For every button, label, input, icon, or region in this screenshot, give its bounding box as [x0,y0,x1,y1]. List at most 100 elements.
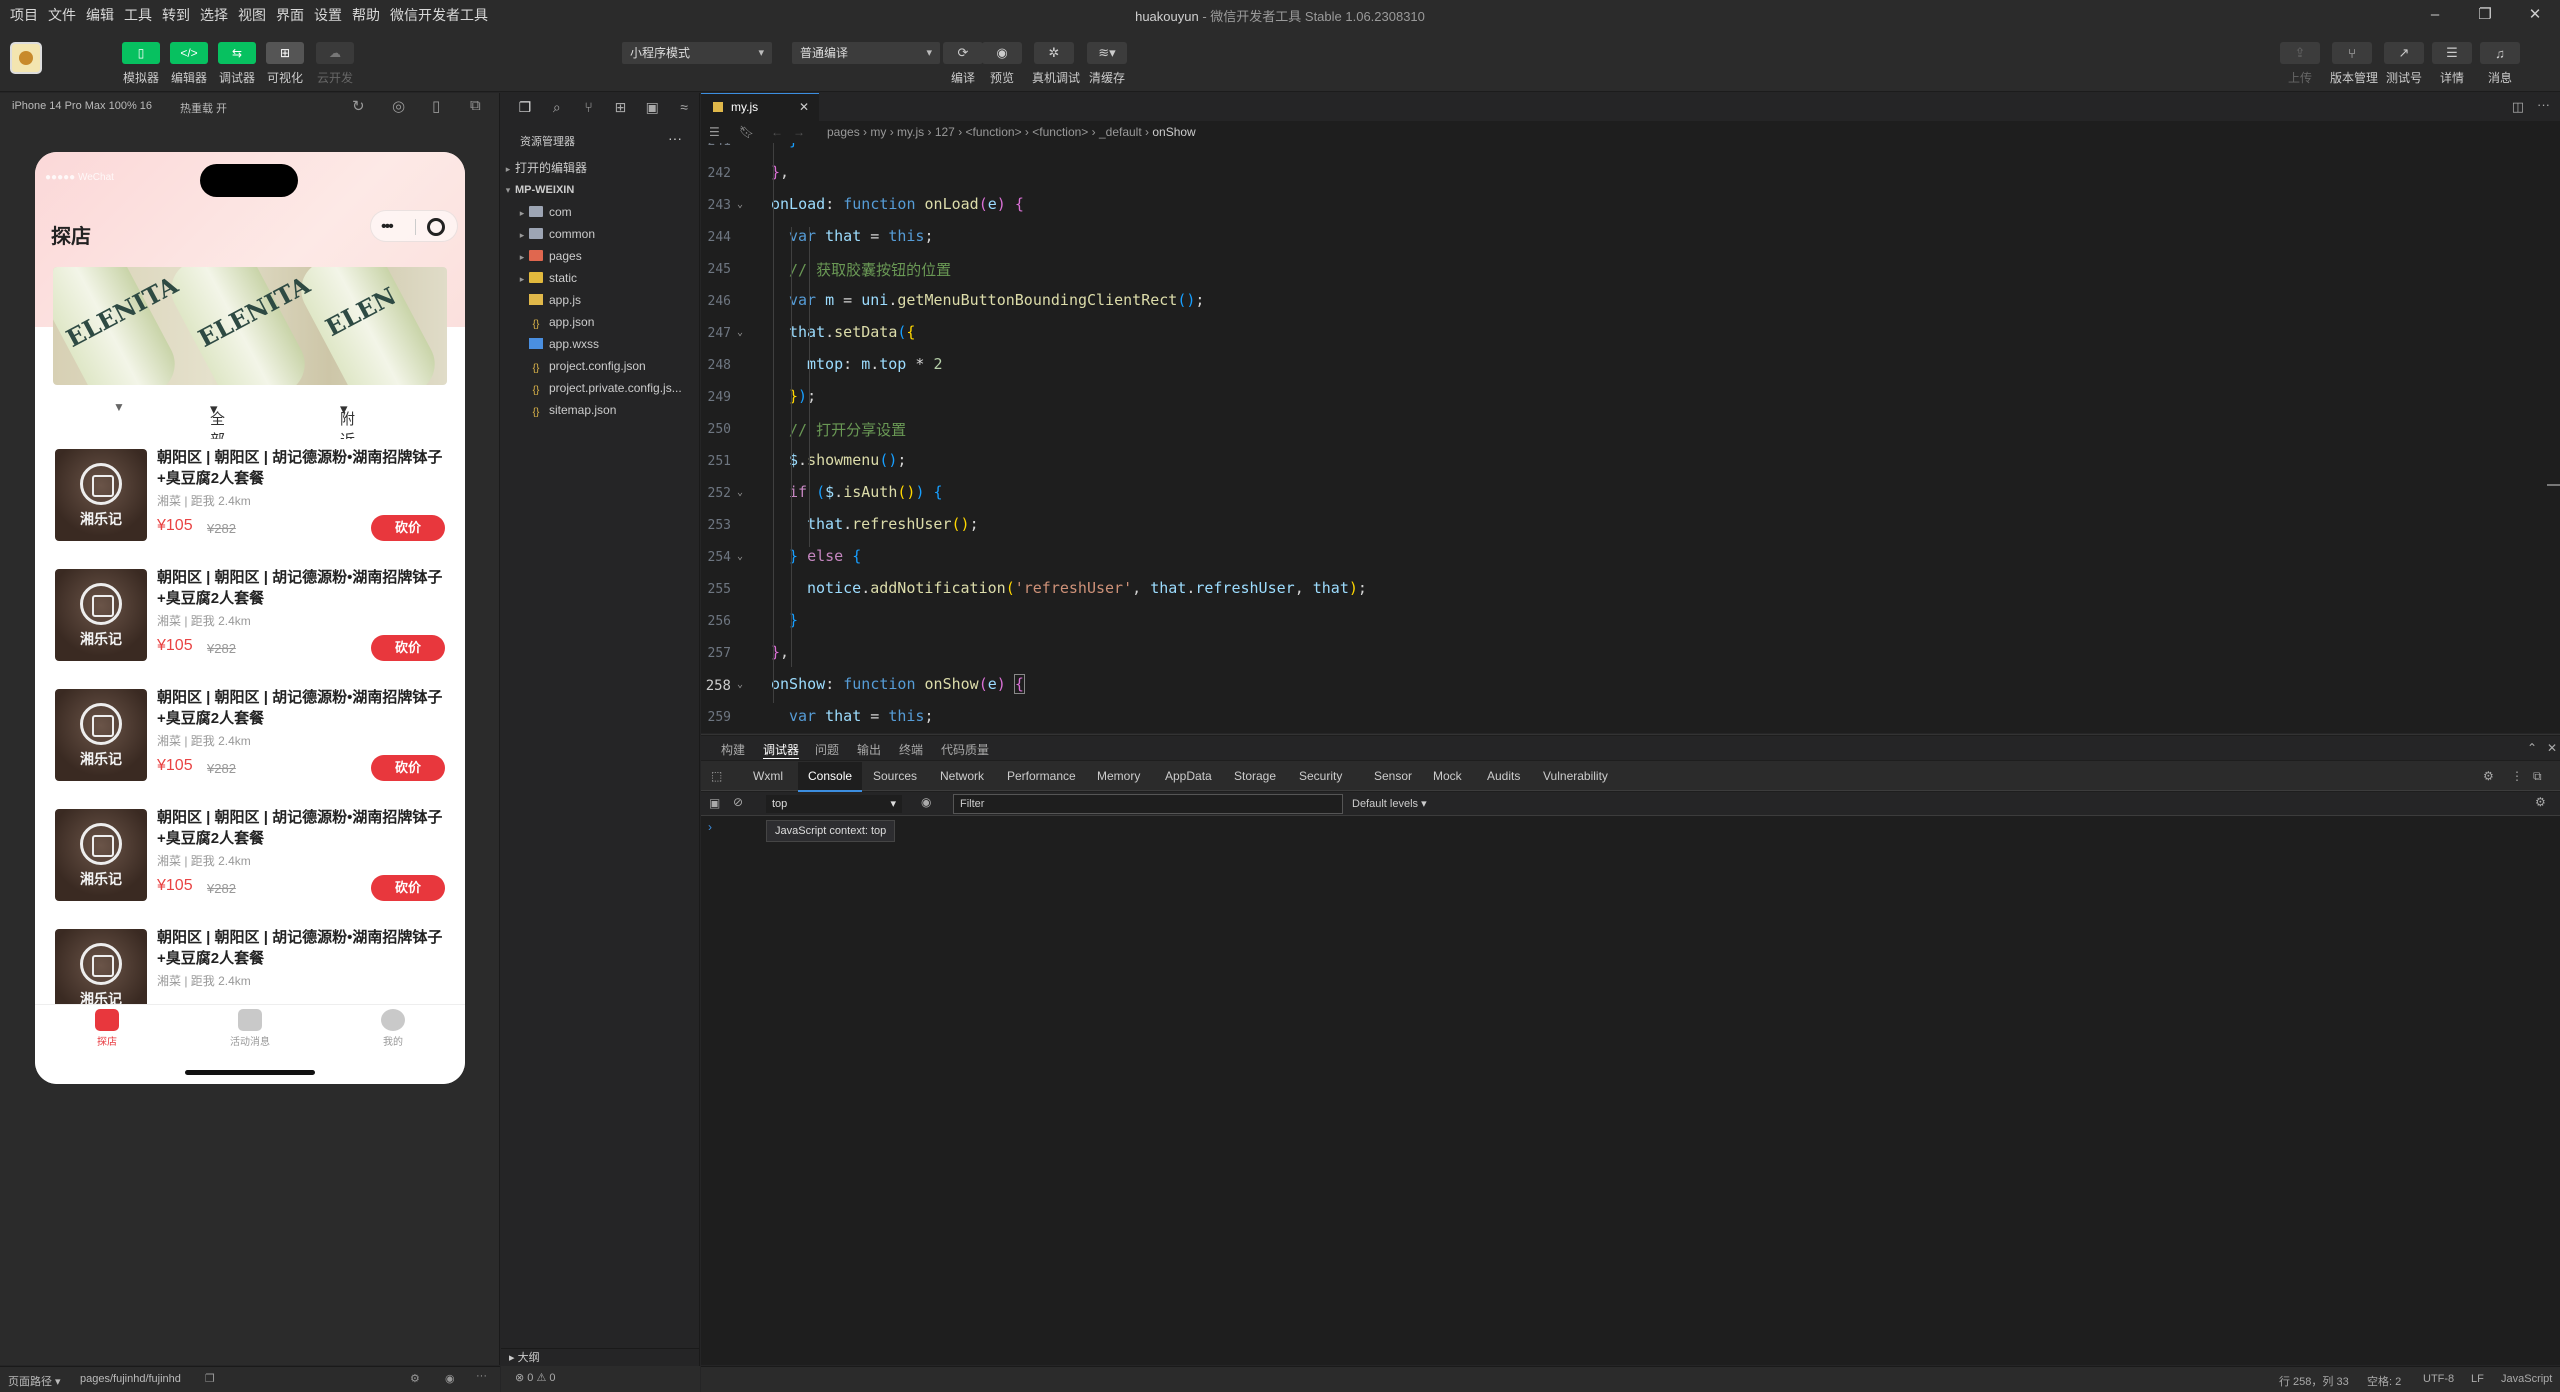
cloud-button[interactable]: ☁ 云开发 [314,42,356,86]
upload-button[interactable]: ⇪ 上传 [2278,42,2322,86]
visual-button[interactable]: ⊞ 可视化 [264,42,306,86]
fold-icon[interactable]: ⌄ [737,487,743,498]
list-icon[interactable]: ☰ [709,121,720,143]
list-item[interactable]: 湘乐记 朝阳区 | 朝阳区 | 胡记德源粉•湖南招牌钵子+臭豆腐2人套餐 湘菜 … [47,679,453,785]
file-tree-item[interactable]: {} sitemap.json [501,399,700,421]
encoding[interactable]: UTF-8 [2423,1373,2454,1385]
file-tree-item[interactable]: ▸ pages [501,245,700,267]
filter-dropdown-icon[interactable]: ▼ [113,400,125,414]
project-root[interactable]: ▾ MP-WEIXIN [501,179,700,201]
indentation[interactable]: 空格: 2 [2367,1373,2401,1389]
tab-network[interactable]: Network [940,769,984,783]
line-ending[interactable]: LF [2471,1373,2484,1385]
filter-all-activities[interactable]: 全部活动 ▾ [210,400,225,491]
file-tree-item[interactable]: ▸ com [501,201,700,223]
file-tree-item[interactable]: {} project.config.json [501,355,700,377]
tab-problems[interactable]: 问题 [815,741,839,758]
page-path-label[interactable]: 页面路径 ▾ [8,1373,61,1389]
file-tree-item[interactable]: app.wxss [501,333,700,355]
collapse-panel-icon[interactable]: ⌃ [2527,741,2537,755]
eye-icon[interactable]: ◉ [921,795,931,809]
bargain-button[interactable]: 砍价 [371,755,445,781]
breadcrumb-item[interactable]: my [870,125,886,139]
undock-icon[interactable]: ⧉ [2533,769,2542,784]
file-tree-item[interactable]: ▸ common [501,223,700,245]
breadcrumb-item[interactable]: onShow [1152,125,1195,139]
menu-item[interactable]: 视图 [238,5,266,25]
file-tree-item[interactable]: {} project.private.config.js... [501,377,700,399]
files-icon[interactable]: ❐ [509,99,541,116]
tab-wxml[interactable]: Wxml [753,769,783,783]
source-control-icon[interactable]: ⑂ [573,99,605,115]
rotate-icon[interactable]: ↻ [352,97,365,115]
tab-mock[interactable]: Mock [1433,769,1462,783]
tab-performance[interactable]: Performance [1007,769,1076,783]
list-item[interactable]: 湘乐记 朝阳区 | 朝阳区 | 胡记德源粉•湖南招牌钵子+臭豆腐2人套餐 湘菜 … [47,799,453,905]
menu-item[interactable]: 设置 [314,5,342,25]
maximize-icon[interactable]: ❐ [2460,0,2510,30]
close-tab-icon[interactable]: ✕ [799,94,809,120]
remote-debug-button[interactable]: ✲ 真机调试 [1032,42,1080,86]
problems-indicator[interactable]: ⊗ 0 ⚠ 0 [501,1366,700,1392]
list-item[interactable]: 湘乐记 朝阳区 | 朝阳区 | 胡记德源粉•湖南招牌钵子+臭豆腐2人套餐 湘菜 … [47,559,453,665]
close-miniprogram-icon[interactable] [427,218,445,236]
bargain-button[interactable]: 砍价 [371,635,445,661]
more-icon[interactable]: ··· [2537,97,2550,112]
back-icon[interactable]: ← [771,121,783,143]
clear-cache-button[interactable]: ≋▾ 清缓存 [1085,42,1129,86]
avatar[interactable] [10,42,42,74]
close-icon[interactable]: ✕ [2510,0,2560,30]
version-button[interactable]: ⑂ 版本管理 [2330,42,2378,86]
menu-item[interactable]: 项目 [10,5,38,25]
tab-explore[interactable]: 探店 [67,1009,147,1048]
clear-console-icon[interactable]: ⊘ [733,795,743,809]
simulator-button[interactable]: ▯ 模拟器 [120,42,162,86]
tab-sources[interactable]: Sources [873,769,917,783]
hotreload-toggle[interactable]: 热重载 开 [180,100,227,116]
more-icon[interactable]: ••• [381,218,394,236]
list-item[interactable]: 湘乐记 朝阳区 | 朝阳区 | 胡记德源粉•湖南招牌钵子+臭豆腐2人套餐 湘菜 … [47,439,453,545]
menu-item[interactable]: 转到 [162,5,190,25]
search-icon[interactable]: ⌕ [541,99,573,116]
tab-my-js[interactable]: my.js ✕ [701,93,819,121]
preview-button[interactable]: ◉ 预览 [980,42,1024,86]
tab-memory[interactable]: Memory [1097,769,1140,783]
code-editor[interactable]: 241}242},243⌄onLoad: function onLoad(e) … [701,143,2560,733]
minimize-icon[interactable]: – [2410,0,2460,30]
scrollbar-marker[interactable] [2547,484,2560,486]
menu-item[interactable]: 工具 [124,5,152,25]
menu-item[interactable]: 界面 [276,5,304,25]
record-icon[interactable]: ◎ [392,97,405,115]
fold-icon[interactable]: ⌄ [737,199,743,210]
filter-nearby[interactable]: 附近全部 ▾ [340,400,355,491]
tab-terminal[interactable]: 终端 [899,741,923,758]
console-prompt-icon[interactable]: › [708,820,712,834]
device-select[interactable]: iPhone 14 Pro Max 100% 16 [12,100,152,112]
tab-activity-messages[interactable]: 活动消息 [210,1009,290,1048]
more-icon[interactable]: ··· [476,1370,487,1382]
tab-mine[interactable]: 我的 [353,1009,433,1048]
tab-build[interactable]: 构建 [721,741,745,758]
file-tree-item[interactable]: ▸ static [501,267,700,289]
more-icon[interactable]: ··· [668,130,682,146]
tab-storage[interactable]: Storage [1234,769,1276,783]
tab-audits[interactable]: Audits [1487,769,1520,783]
tab-debugger[interactable]: 调试器 [763,741,800,759]
more-icon[interactable]: ⋮ [2511,769,2523,783]
split-editor-icon[interactable]: ◫ [2512,99,2524,115]
breadcrumb-item[interactable]: <function> [966,125,1022,139]
fold-icon[interactable]: ⌄ [737,327,743,338]
tab-vulnerability[interactable]: Vulnerability [1543,769,1608,783]
context-select[interactable]: top ▾ [766,795,902,813]
tab-security[interactable]: Security [1299,769,1342,783]
breadcrumb-item[interactable]: my.js [897,125,924,139]
copy-icon[interactable]: ❐ [205,1372,215,1385]
settings-icon[interactable]: ⚙ [410,1372,420,1385]
language-mode[interactable]: JavaScript [2501,1373,2552,1385]
eye-icon[interactable]: ◉ [445,1372,455,1385]
fold-icon[interactable]: ⌄ [737,551,743,562]
menu-item[interactable]: 微信开发者工具 [390,5,488,25]
open-editors-section[interactable]: ▸ 打开的编辑器 [501,157,700,179]
fold-icon[interactable]: ⌄ [737,679,743,690]
menu-item[interactable]: 文件 [48,5,76,25]
